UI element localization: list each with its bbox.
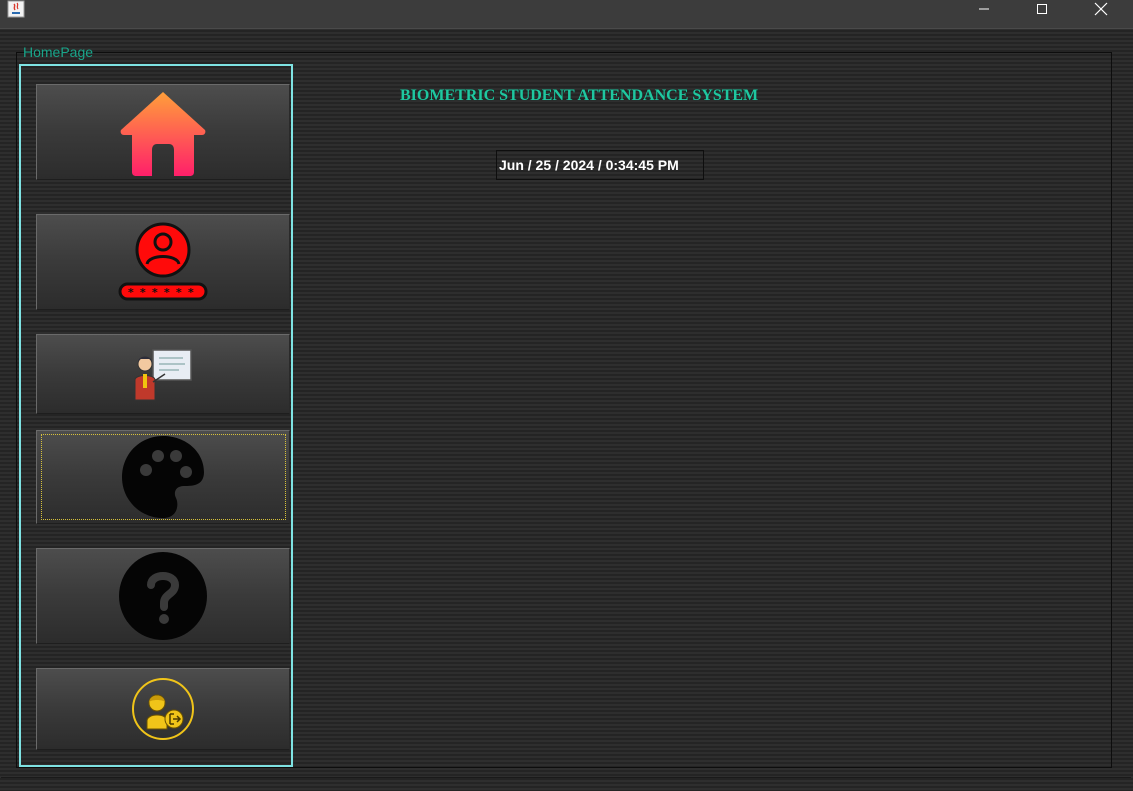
app-window: HomePage * * * * * * BIOMETRIC STUDENT A…	[0, 0, 1133, 791]
user-login-icon: * * * * * *	[118, 222, 208, 301]
logout-user-icon	[132, 678, 194, 740]
help-button[interactable]	[36, 548, 290, 644]
help-icon	[119, 552, 207, 640]
title-bar	[0, 0, 1133, 29]
svg-text:*: *	[152, 286, 158, 299]
frame-title-label: HomePage	[23, 44, 94, 60]
svg-text:*: *	[164, 286, 170, 299]
window-bottom-border	[1, 777, 1131, 778]
java-app-icon	[7, 0, 25, 18]
minimize-button[interactable]	[955, 0, 1013, 18]
close-button[interactable]	[1072, 0, 1130, 18]
minimize-icon	[979, 8, 989, 10]
logout-button[interactable]	[36, 668, 290, 750]
maximize-icon	[1037, 4, 1047, 14]
svg-text:*: *	[188, 286, 194, 299]
teacher-presentation-icon	[134, 349, 192, 401]
teacher-button[interactable]	[36, 334, 290, 414]
theme-palette-button[interactable]	[36, 430, 290, 524]
home-button[interactable]	[36, 84, 290, 180]
svg-text:*: *	[176, 286, 182, 299]
focus-ring	[41, 434, 286, 520]
maximize-button[interactable]	[1013, 0, 1071, 18]
svg-text:*: *	[128, 286, 134, 299]
user-login-button[interactable]: * * * * * *	[36, 214, 290, 310]
home-icon	[120, 92, 206, 176]
datetime-display: Jun / 25 / 2024 / 0:34:45 PM	[496, 150, 704, 180]
page-title: BIOMETRIC STUDENT ATTENDANCE SYSTEM	[400, 87, 759, 104]
svg-text:*: *	[140, 286, 146, 299]
close-icon	[1094, 2, 1108, 16]
